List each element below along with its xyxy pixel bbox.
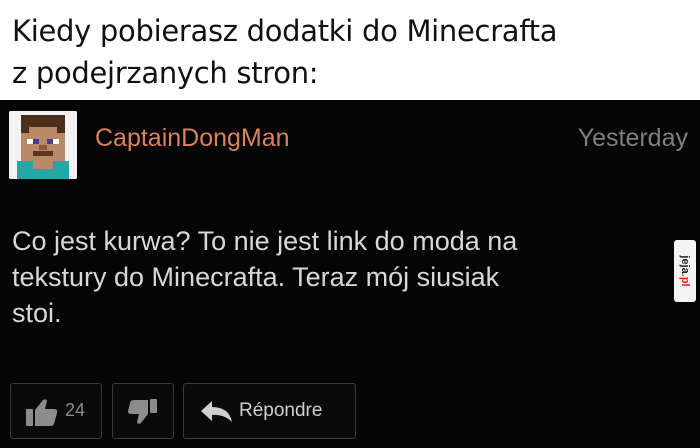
caption-line-2: z podejrzanych stron: xyxy=(12,56,319,90)
reply-arrow-icon xyxy=(201,401,232,422)
comment-body: Co jest kurwa? To nie jest link do moda … xyxy=(12,223,674,331)
comment-body-line: Co jest kurwa? To nie jest link do moda … xyxy=(12,226,518,256)
jeja-watermark: jeja.pl xyxy=(674,240,696,302)
thumbs-down-icon xyxy=(128,399,157,424)
thumbs-up-icon xyxy=(26,399,58,426)
comment-timestamp: Yesterday xyxy=(577,124,688,152)
watermark-logo: jeja.pl xyxy=(679,255,691,286)
minecraft-steve-avatar-icon xyxy=(9,111,77,179)
comment-body-line: stoi. xyxy=(12,298,62,328)
avatar[interactable] xyxy=(9,111,77,179)
comment-card: CaptainDongMan Yesterday Co jest kurwa? … xyxy=(0,100,700,448)
like-count: 24 xyxy=(65,400,86,420)
caption-line-1: Kiedy pobierasz dodatki do Minecrafta xyxy=(12,14,558,48)
dislike-button[interactable] xyxy=(112,383,174,439)
comment-author[interactable]: CaptainDongMan xyxy=(95,124,290,153)
like-button[interactable]: 24 xyxy=(10,383,102,439)
watermark-tld: .pl xyxy=(679,273,691,287)
meme-caption: Kiedy pobierasz dodatki do Minecrafta z … xyxy=(0,0,700,100)
comment-body-line: tekstury do Minecrafta. Teraz mój siusia… xyxy=(12,262,500,292)
reply-button[interactable]: Répondre xyxy=(183,383,356,439)
reply-label: Répondre xyxy=(239,400,323,421)
watermark-brand: jeja xyxy=(679,255,691,274)
